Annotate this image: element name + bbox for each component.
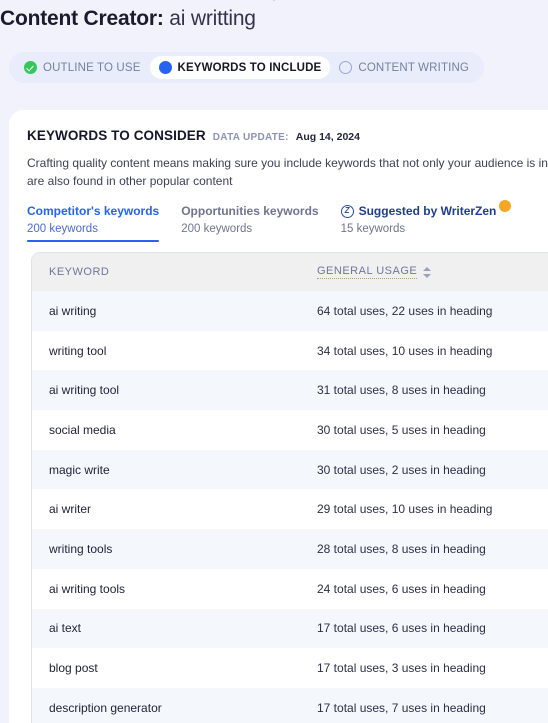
empty-circle-icon <box>339 61 353 74</box>
table-row[interactable]: writing tool 34 total uses, 10 uses in he… <box>32 330 548 371</box>
keywords-card: KEYWORDS TO CONSIDER DATA UPDATE: Aug 14… <box>9 110 548 723</box>
table-row[interactable]: ai writer 29 total uses, 10 uses in headi… <box>32 489 548 530</box>
table-row[interactable]: ai writing tools 24 total uses, 6 uses in… <box>32 568 548 609</box>
step-label: KEYWORDS TO INCLUDE <box>177 61 322 74</box>
table-row[interactable]: ai text 17 total uses, 6 uses in heading <box>32 608 548 649</box>
table-row[interactable]: blog post 17 total uses, 3 uses in headin… <box>32 648 548 688</box>
cell-general-usage: 30 total uses, 2 uses in heading <box>317 462 486 477</box>
tab-label: Competitor's keywords <box>27 204 160 218</box>
table-row[interactable]: description generator 17 total uses, 7 us… <box>32 687 548 723</box>
cell-keyword: ai writing tools <box>49 581 126 596</box>
new-badge-icon <box>499 200 512 212</box>
cell-general-usage: 17 total uses, 6 uses in heading <box>317 621 486 636</box>
tab-count: 200 keywords <box>181 223 253 235</box>
cell-general-usage: 24 total uses, 6 uses in heading <box>317 581 486 596</box>
table-row[interactable]: social media 30 total uses, 5 uses in hea… <box>32 410 548 450</box>
column-header-label: GENERAL USAGE <box>317 265 418 279</box>
cell-keyword: ai writing <box>49 303 97 318</box>
cell-keyword: writing tool <box>49 343 107 358</box>
card-description: Crafting quality content means making su… <box>27 156 548 188</box>
cell-general-usage: 31 total uses, 8 uses in heading <box>317 383 486 398</box>
cell-general-usage: 64 total uses, 22 uses in heading <box>317 303 493 318</box>
cell-keyword: ai text <box>49 621 82 636</box>
content-creator-page: · Content Creator: ai writting OUTLINE T… <box>0 0 548 723</box>
cell-general-usage: 34 total uses, 10 uses in heading <box>317 343 493 358</box>
card-heading: KEYWORDS TO CONSIDER <box>27 128 206 143</box>
tab-opportunities-keywords[interactable]: Opportunities keywords 200 keywords <box>181 204 318 242</box>
cell-general-usage: 28 total uses, 8 uses in heading <box>317 541 486 556</box>
cell-general-usage: 29 total uses, 10 uses in heading <box>317 502 493 517</box>
cell-keyword: blog post <box>49 661 98 676</box>
table-row[interactable]: ai writing 64 total uses, 22 uses in head… <box>32 291 548 331</box>
cell-keyword: magic write <box>49 462 110 477</box>
page-title-value: ai writting <box>169 7 256 30</box>
sort-updown-icon[interactable] <box>423 266 432 278</box>
keywords-table: KEYWORD GENERAL USAGE ai writing 64 total… <box>31 252 548 723</box>
page-title-strong: Content Creator: <box>0 7 164 30</box>
cell-keyword: ai writing tool <box>49 383 120 398</box>
check-circle-icon <box>24 61 37 74</box>
cell-general-usage: 17 total uses, 3 uses in heading <box>317 661 486 676</box>
cell-keyword: writing tools <box>49 541 113 556</box>
cell-general-usage: 30 total uses, 5 uses in heading <box>317 422 486 437</box>
cell-keyword: social media <box>49 422 116 437</box>
table-row[interactable]: ai writing tool 31 total uses, 8 uses in … <box>32 370 548 411</box>
step-label: OUTLINE TO USE <box>43 61 141 74</box>
keyword-source-tabs: Competitor's keywords 200 keywords Oppor… <box>27 200 548 242</box>
table-header-row: KEYWORD GENERAL USAGE <box>32 253 548 291</box>
tab-label: Opportunities keywords <box>181 204 319 218</box>
step-indicator: OUTLINE TO USE KEYWORDS TO INCLUDE CONTE… <box>9 52 485 83</box>
cell-general-usage: 17 total uses, 7 uses in heading <box>317 700 486 715</box>
cell-keyword: description generator <box>49 700 162 715</box>
data-update-value: Aug 14, 2024 <box>295 131 360 143</box>
cell-keyword: ai writer <box>49 502 92 517</box>
card-header: KEYWORDS TO CONSIDER DATA UPDATE: Aug 14… <box>27 128 548 143</box>
writerzen-logo-icon: Z <box>340 204 354 218</box>
tab-competitors-keywords[interactable]: Competitor's keywords 200 keywords <box>27 204 160 242</box>
column-header-general-usage[interactable]: GENERAL USAGE <box>317 265 432 279</box>
table-row[interactable]: writing tools 28 total uses, 8 uses in he… <box>32 529 548 569</box>
filled-circle-icon <box>158 61 172 74</box>
tab-count: 15 keywords <box>340 223 406 235</box>
table-body: ai writing 64 total uses, 22 uses in head… <box>32 291 548 723</box>
tab-label: Suggested by WriterZen <box>358 204 497 218</box>
tab-suggested-by-writerzen[interactable]: Z Suggested by WriterZen 15 keywords <box>340 200 512 242</box>
tab-count: 200 keywords <box>27 223 98 235</box>
page-title: Content Creator: ai writting <box>0 7 256 31</box>
step-label: CONTENT WRITING <box>358 61 470 74</box>
column-header-keyword[interactable]: KEYWORD <box>32 266 317 278</box>
step-content-writing[interactable]: CONTENT WRITING <box>330 56 478 79</box>
data-update-label: DATA UPDATE: <box>212 132 289 143</box>
cut-off-text-sliver: · <box>0 0 548 2</box>
table-row[interactable]: magic write 30 total uses, 2 uses in head… <box>32 449 548 490</box>
step-outline-to-use[interactable]: OUTLINE TO USE <box>15 56 150 79</box>
step-keywords-to-include[interactable]: KEYWORDS TO INCLUDE <box>149 56 331 79</box>
